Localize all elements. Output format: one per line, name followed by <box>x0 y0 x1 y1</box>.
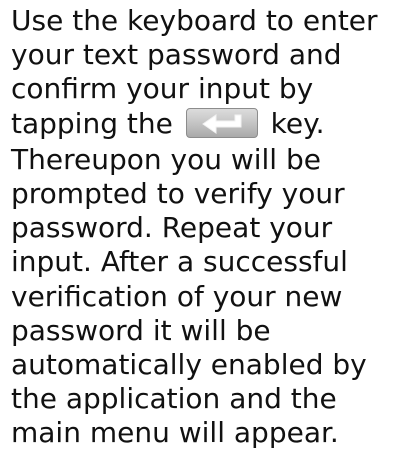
text-line: confirm your input by <box>11 72 314 106</box>
enter-key-icon <box>185 107 258 138</box>
text-line: main menu will appear. <box>11 416 339 450</box>
instruction-text-block: Use the keyboard to enter your text pass… <box>11 4 411 451</box>
paragraph-enter-password: Use the keyboard to enter your text pass… <box>11 4 411 141</box>
text-line: Thereupon you will be <box>11 142 321 176</box>
text-line: automatically enabled by <box>11 348 367 382</box>
text-line: your text password and <box>11 38 342 72</box>
text-line: Use the keyboard to enter <box>11 4 378 37</box>
text-line: password. Repeat your <box>11 211 333 245</box>
text-line: input. After a successful <box>11 245 348 279</box>
icon-text-line: tapping the key. <box>11 107 411 141</box>
text-suffix: key. <box>270 106 325 140</box>
paragraph-verify-password: Thereupon you will be prompted to verify… <box>11 143 411 451</box>
text-line: the application and the <box>11 382 337 416</box>
text-line: verification of your new <box>11 279 343 313</box>
text-line: password it will be <box>11 313 271 347</box>
text-line: prompted to verify your <box>11 177 345 211</box>
text-prefix: tapping the <box>11 106 173 140</box>
